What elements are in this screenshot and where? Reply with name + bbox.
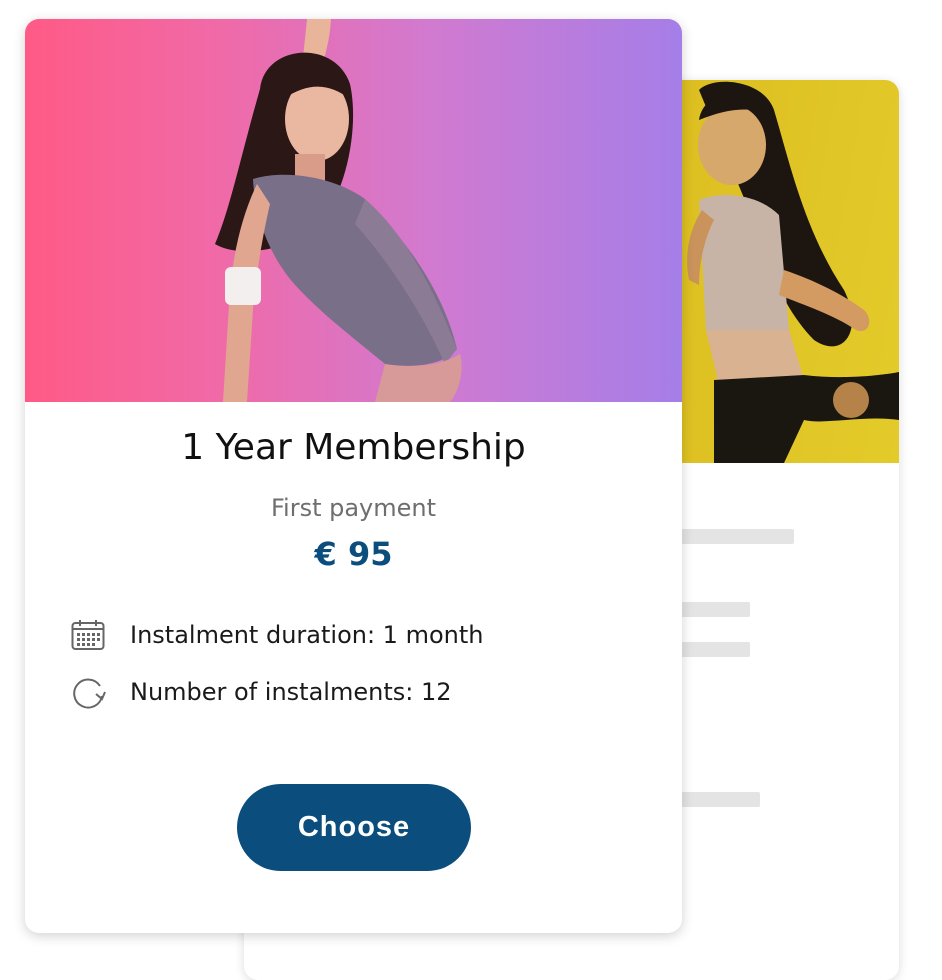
skeleton-line (664, 529, 794, 544)
detail-number-of-instalments: Number of instalments: 12 (70, 674, 452, 710)
membership-title: 1 Year Membership (181, 427, 526, 468)
choose-button[interactable]: Choose (237, 784, 471, 871)
dancer-photo (215, 19, 462, 402)
detail-text: Instalment duration: 1 month (130, 621, 484, 649)
first-payment-label: First payment (270, 494, 437, 522)
calendar-icon (70, 617, 106, 653)
detail-instalment-duration: Instalment duration: 1 month (70, 617, 483, 653)
price-value: € 95 (314, 535, 393, 573)
detail-text: Number of instalments: 12 (130, 678, 452, 706)
card-hero-image (25, 19, 682, 402)
refresh-icon (70, 674, 106, 710)
membership-card: 1 Year Membership First payment € 95 Ins… (25, 19, 682, 933)
